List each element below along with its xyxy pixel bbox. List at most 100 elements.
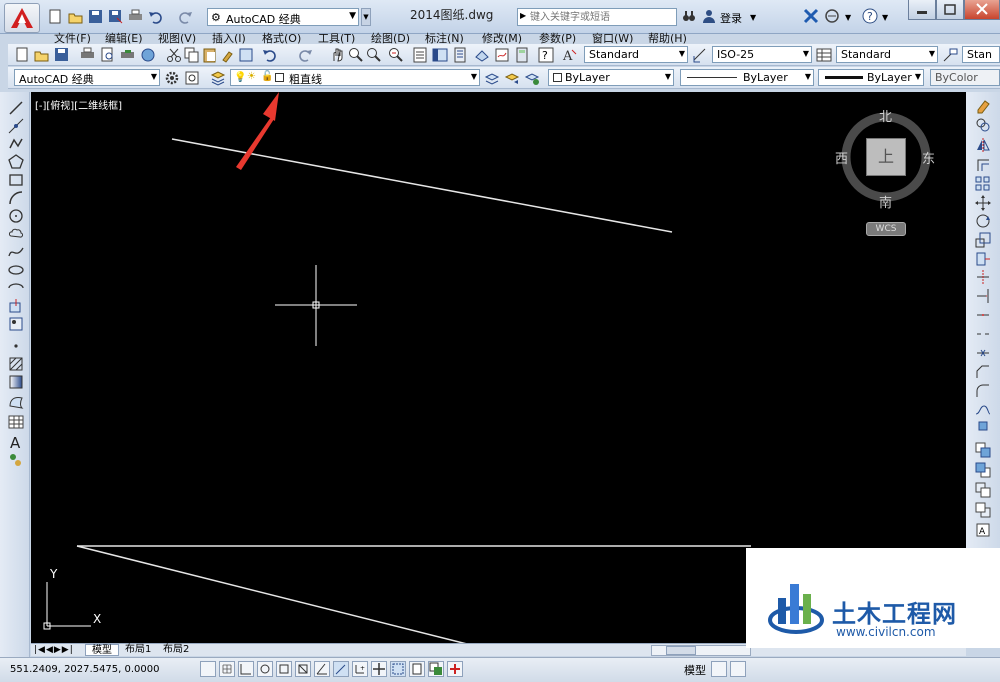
sheet-set-icon[interactable] bbox=[474, 47, 490, 63]
revision-cloud-icon[interactable] bbox=[8, 226, 24, 242]
redo-icon[interactable] bbox=[178, 9, 193, 24]
move-icon[interactable] bbox=[975, 195, 991, 211]
break-at-point-icon[interactable] bbox=[975, 307, 991, 323]
bring-to-front-icon[interactable] bbox=[975, 442, 991, 458]
viewcube-top-face[interactable]: 上 bbox=[866, 138, 906, 176]
rectangle-icon[interactable] bbox=[8, 172, 24, 188]
polygon-icon[interactable] bbox=[8, 154, 24, 170]
text-style-select[interactable]: Standard ▼ bbox=[584, 46, 688, 63]
dynamic-input-button[interactable] bbox=[371, 661, 387, 677]
3d-object-snap-button[interactable] bbox=[314, 661, 330, 677]
spline-icon[interactable] bbox=[8, 244, 24, 260]
design-center-icon[interactable] bbox=[432, 47, 448, 63]
cursor-coordinates[interactable]: 551.2409, 2027.5475, 0.0000 bbox=[10, 664, 160, 675]
ellipse-arc-icon[interactable] bbox=[8, 280, 24, 296]
point-icon[interactable] bbox=[8, 338, 24, 354]
quick-access-customize-button[interactable]: ▼ bbox=[361, 8, 371, 26]
make-block-icon[interactable] bbox=[8, 316, 24, 332]
table-style-select[interactable]: Standard ▼ bbox=[836, 46, 938, 63]
ortho-mode-button[interactable] bbox=[257, 661, 273, 677]
save-icon[interactable] bbox=[54, 47, 70, 63]
layer-properties-icon[interactable] bbox=[210, 70, 226, 86]
zoom-previous-icon[interactable] bbox=[388, 47, 404, 63]
workspace-switcher[interactable]: ⚙ AutoCAD 经典 ▼ bbox=[207, 8, 359, 26]
blend-curves-icon[interactable] bbox=[975, 402, 991, 418]
plot-icon[interactable] bbox=[80, 47, 96, 63]
undo-icon[interactable] bbox=[262, 47, 278, 63]
new-icon[interactable] bbox=[14, 47, 30, 63]
properties-icon[interactable] bbox=[412, 47, 428, 63]
save-as-icon[interactable] bbox=[108, 9, 123, 24]
zoom-realtime-icon[interactable] bbox=[348, 47, 364, 63]
save-icon[interactable] bbox=[88, 9, 103, 24]
plot-preview-icon[interactable] bbox=[100, 47, 116, 63]
compass-east[interactable]: 东 bbox=[922, 148, 935, 167]
snap-mode-button[interactable] bbox=[219, 661, 235, 677]
pan-icon[interactable] bbox=[330, 47, 346, 63]
send-under-icon[interactable] bbox=[975, 502, 991, 518]
wcs-menu[interactable]: WCS bbox=[866, 222, 906, 236]
ellipse-icon[interactable] bbox=[8, 262, 24, 278]
join-icon[interactable] bbox=[975, 345, 991, 361]
table-style-icon[interactable] bbox=[816, 47, 832, 63]
binoculars-icon[interactable] bbox=[682, 9, 696, 23]
text-style-icon[interactable]: A bbox=[562, 47, 578, 64]
compass-north[interactable]: 北 bbox=[879, 106, 892, 125]
compass-south[interactable]: 南 bbox=[879, 192, 892, 211]
open-icon[interactable] bbox=[68, 9, 83, 24]
multileader-style-select[interactable]: Stan bbox=[962, 46, 1000, 63]
copy-icon[interactable] bbox=[184, 47, 200, 63]
text-to-front-icon[interactable]: A bbox=[975, 522, 991, 538]
minimize-button[interactable] bbox=[908, 0, 936, 20]
dim-style-icon[interactable] bbox=[692, 47, 708, 63]
layer-previous-icon[interactable] bbox=[504, 70, 520, 86]
annotation-monitor-button[interactable] bbox=[447, 661, 463, 677]
bring-above-icon[interactable] bbox=[975, 482, 991, 498]
tool-palettes-icon[interactable] bbox=[452, 47, 468, 63]
publish-icon[interactable] bbox=[120, 47, 136, 63]
object-snap-button[interactable] bbox=[295, 661, 311, 677]
grid-display-button[interactable] bbox=[238, 661, 254, 677]
undo-icon[interactable] bbox=[148, 9, 163, 24]
connect-icon[interactable] bbox=[824, 8, 840, 24]
chevron-down-icon[interactable]: ▼ bbox=[882, 13, 888, 22]
stretch-icon[interactable] bbox=[975, 251, 991, 267]
dim-style-select[interactable]: ISO-25 ▼ bbox=[712, 46, 812, 63]
quick-view-layouts-button[interactable] bbox=[711, 661, 727, 677]
arc-icon[interactable] bbox=[8, 190, 24, 206]
workspace-select[interactable]: AutoCAD 经典 ▼ bbox=[14, 69, 160, 86]
restore-button[interactable] bbox=[936, 0, 964, 20]
tab-navigation-arrows-icon[interactable]: |◀◀▶▶| bbox=[34, 645, 74, 655]
circle-icon[interactable] bbox=[8, 208, 24, 224]
horizontal-scrollbar[interactable] bbox=[651, 645, 751, 656]
region-icon[interactable] bbox=[8, 394, 24, 410]
chevron-down-icon[interactable]: ▼ bbox=[750, 13, 756, 22]
model-space-toggle[interactable]: 模型 bbox=[684, 662, 706, 678]
calculator-icon[interactable] bbox=[514, 47, 530, 63]
scale-icon[interactable] bbox=[975, 232, 991, 248]
offset-icon[interactable] bbox=[975, 157, 991, 173]
break-icon[interactable] bbox=[975, 326, 991, 342]
layer-select[interactable]: 💡 ☀ 🔓 粗直线 ▼ bbox=[230, 69, 480, 86]
compass-west[interactable]: 西 bbox=[835, 148, 848, 167]
close-button[interactable] bbox=[964, 0, 1000, 20]
drawn-line-diagonal[interactable] bbox=[76, 545, 468, 644]
insert-block-icon[interactable] bbox=[8, 298, 24, 314]
chamfer-icon[interactable] bbox=[975, 364, 991, 380]
mirror-icon[interactable] bbox=[975, 137, 991, 153]
help-icon[interactable]: ? bbox=[538, 47, 554, 63]
object-snap-tracking-button[interactable] bbox=[333, 661, 349, 677]
plot-icon[interactable] bbox=[128, 9, 143, 24]
redo-icon[interactable] bbox=[298, 47, 314, 63]
construction-line-icon[interactable] bbox=[8, 118, 24, 134]
viewcube[interactable]: 上 北 南 东 西 WCS bbox=[835, 106, 941, 236]
block-editor-icon[interactable] bbox=[238, 47, 254, 63]
user-icon[interactable] bbox=[702, 9, 716, 23]
table-icon[interactable] bbox=[8, 414, 24, 430]
selection-cycling-button[interactable] bbox=[428, 661, 444, 677]
paste-icon[interactable] bbox=[202, 47, 218, 63]
match-properties-icon[interactable] bbox=[220, 47, 236, 63]
tab-model[interactable]: 模型 bbox=[85, 644, 119, 656]
quick-properties-button[interactable] bbox=[409, 661, 425, 677]
dynamic-ucs-button[interactable]: + bbox=[352, 661, 368, 677]
